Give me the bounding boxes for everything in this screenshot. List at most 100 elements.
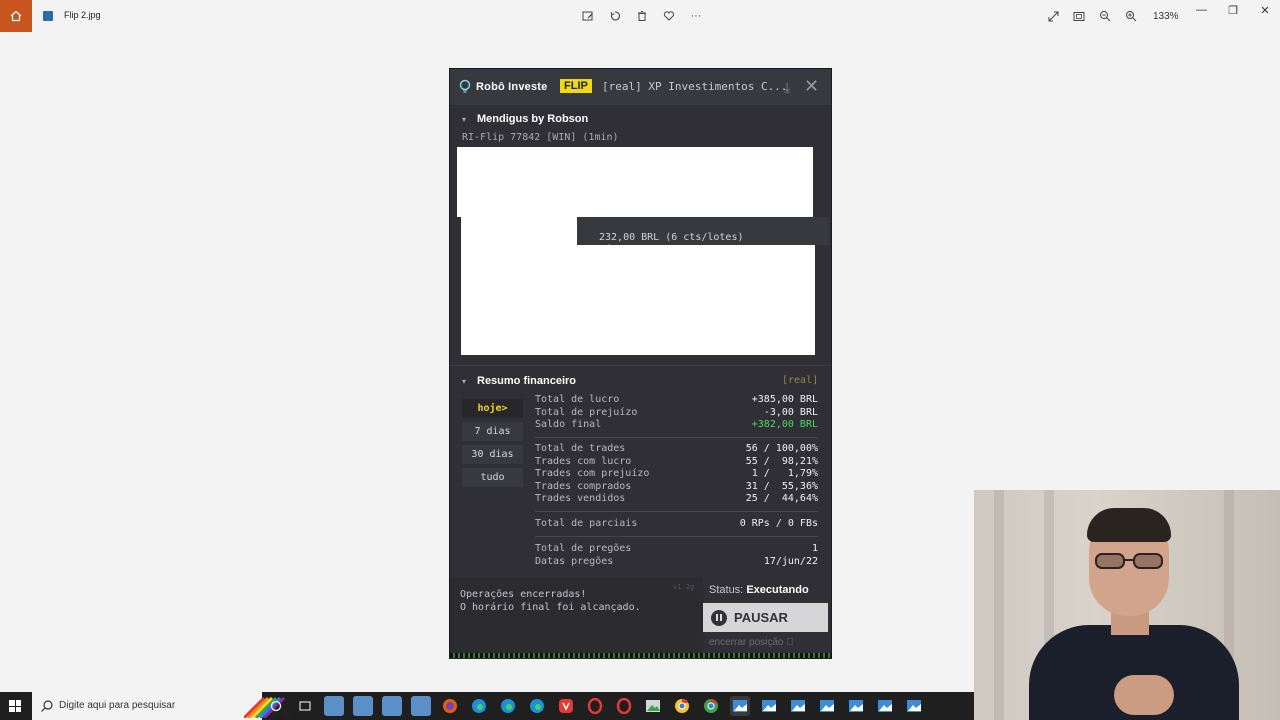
edge-icon[interactable]: [527, 696, 547, 716]
close-position-button[interactable]: encerrar posição ⃠: [709, 637, 794, 648]
glasses-icon: [1095, 553, 1163, 569]
stat-row: Total de trades 56 / 100,00%: [535, 443, 818, 454]
redacted-area-bottom: [461, 245, 815, 355]
sessions-stats: Total de pregões 1 Datas pregões 17/jun/22: [535, 543, 818, 568]
footer-message-line1: Operações encerradas!: [460, 589, 587, 600]
profit-stats: Total de lucro +385,00 BRL Total de preju…: [535, 394, 818, 432]
position-tooltip: 232,00 BRL (6 cts/lotes): [599, 232, 744, 243]
app-window-icon[interactable]: [904, 696, 924, 716]
stat-row: Saldo final +382,00 BRL: [535, 419, 818, 430]
period-today-button[interactable]: hoje>: [462, 399, 523, 418]
stat-row: Total de parciais 0 RPs / 0 FBs: [535, 518, 818, 529]
status-label: Status:: [709, 584, 744, 596]
edge-icon[interactable]: [469, 696, 489, 716]
stat-row: Total de pregões 1: [535, 543, 818, 554]
section-divider: [450, 365, 831, 366]
firefox-icon[interactable]: [440, 696, 460, 716]
app-window-icon[interactable]: [788, 696, 808, 716]
stats-divider: [535, 536, 818, 537]
robot-header: Robô Investe FLIP [real] XP Investimento…: [450, 69, 831, 105]
footer-message: Operações encerradas! O horário final fo…: [460, 589, 641, 614]
app-window-icon[interactable]: [846, 696, 866, 716]
home-icon: [10, 10, 22, 22]
stat-row: Trades vendidos 25 / 44,64%: [535, 493, 818, 504]
stat-row: Trades com prejuízo 1 / 1,79%: [535, 468, 818, 479]
stats-divider: [535, 511, 818, 512]
period-7days-button[interactable]: 7 dias: [462, 422, 523, 441]
app-window-icon[interactable]: [759, 696, 779, 716]
search-placeholder: Digite aqui para pesquisar: [59, 700, 176, 711]
partials-stats: Total de parciais 0 RPs / 0 FBs: [535, 518, 818, 531]
chrome-icon[interactable]: [701, 696, 721, 716]
period-all-button[interactable]: tudo: [462, 468, 523, 487]
chevron-down-icon[interactable]: ▾: [462, 115, 466, 124]
task-view-icon[interactable]: [295, 696, 315, 716]
presenter-hand: [1114, 675, 1174, 715]
edit-image-icon[interactable]: [580, 8, 596, 24]
status-line: Status: Executando: [709, 584, 809, 596]
opera-icon[interactable]: [585, 696, 605, 716]
trade-stats: Total de trades 56 / 100,00% Trades com l…: [535, 443, 818, 506]
close-icon[interactable]: ✕: [804, 76, 819, 97]
favorite-heart-icon[interactable]: [661, 8, 677, 24]
stat-row: Trades com lucro 55 / 98,21%: [535, 455, 818, 467]
pause-button[interactable]: PAUSAR: [703, 603, 828, 632]
app-icon[interactable]: [411, 696, 431, 716]
search-icon: [41, 700, 53, 712]
more-options-icon[interactable]: ···: [688, 8, 704, 24]
account-label: [real] XP Investimentos C...: [602, 80, 788, 93]
image-file-icon: [43, 11, 53, 21]
stat-row: Trades comprados 31 / 55,36%: [535, 480, 818, 492]
chevron-down-icon[interactable]: ▾: [462, 377, 466, 386]
lightbulb-logo-icon: [459, 79, 471, 93]
rotate-icon[interactable]: [607, 8, 623, 24]
photos-app-icon[interactable]: [730, 696, 750, 716]
window-close-icon[interactable]: ✕: [1260, 4, 1270, 17]
taskbar-search[interactable]: Digite aqui para pesquisar: [32, 692, 291, 720]
delete-icon[interactable]: [634, 8, 650, 24]
status-value: Executando: [746, 584, 809, 596]
close-position-label: encerrar posição: [709, 637, 784, 648]
fit-screen-icon[interactable]: [1071, 8, 1087, 24]
file-name: Flip 2.jpg: [64, 10, 101, 20]
flip-badge: FLIP: [560, 79, 592, 93]
photos-icon[interactable]: [643, 696, 663, 716]
strategy-section-title: Mendigus by Robson: [477, 113, 589, 125]
cortana-icon[interactable]: [266, 696, 286, 716]
chrome-icon[interactable]: [672, 696, 692, 716]
stats-divider: [535, 437, 818, 438]
pause-label: PAUSAR: [734, 610, 788, 625]
app-icon[interactable]: [353, 696, 373, 716]
windows-taskbar: Digite aqui para pesquisar: [0, 692, 974, 720]
windows-start-icon[interactable]: [9, 700, 21, 712]
real-mode-tag: [real]: [782, 375, 819, 386]
stat-row: Total de prejuízo -3,00 BRL: [535, 406, 818, 418]
period-30days-button[interactable]: 30 dias: [462, 445, 523, 464]
app-icon[interactable]: [382, 696, 402, 716]
webcam-overlay: [974, 490, 1280, 720]
home-button[interactable]: [0, 0, 32, 32]
photos-titlebar: Flip 2.jpg ··· 133% — ❐ ✕: [0, 0, 1280, 32]
opera-icon[interactable]: [614, 696, 634, 716]
app-window-icon[interactable]: [817, 696, 837, 716]
zoom-in-icon[interactable]: [1123, 8, 1139, 24]
period-selector: hoje> 7 dias 30 dias tudo: [462, 399, 523, 487]
brand-name: Robô Investe: [476, 81, 548, 93]
restore-icon[interactable]: ❐: [1228, 4, 1238, 17]
expand-icon[interactable]: [1045, 8, 1061, 24]
strategy-label: RI-Flip 77842 [WIN] (1min): [462, 132, 619, 143]
app-icon[interactable]: [324, 696, 344, 716]
minimize-icon[interactable]: —: [1196, 4, 1207, 17]
footer-message-line2: O horário final foi alcançado.: [460, 601, 641, 613]
edge-icon[interactable]: [498, 696, 518, 716]
stat-row: Total de lucro +385,00 BRL: [535, 394, 818, 405]
redacted-area-top: [457, 147, 813, 217]
zoom-level: 133%: [1153, 10, 1179, 22]
stat-row: Datas pregões 17/jun/22: [535, 555, 818, 567]
zoom-out-icon[interactable]: [1097, 8, 1113, 24]
version-label: v1.2g: [673, 583, 695, 591]
robot-panel: Robô Investe FLIP [real] XP Investimento…: [449, 68, 832, 659]
vivaldi-icon[interactable]: [556, 696, 576, 716]
app-window-icon[interactable]: [875, 696, 895, 716]
download-icon[interactable]: ⤓: [784, 79, 790, 96]
